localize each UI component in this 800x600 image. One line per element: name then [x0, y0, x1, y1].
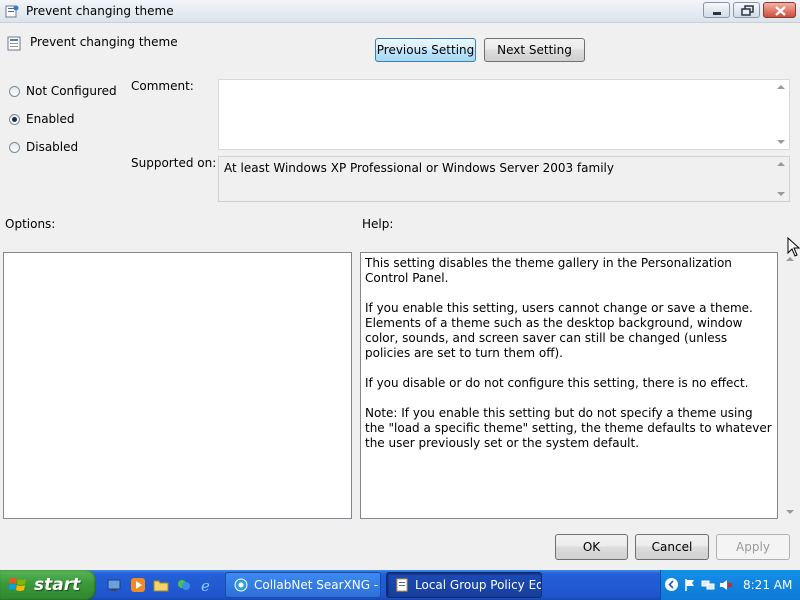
previous-setting-button[interactable]: Previous Setting	[375, 38, 476, 62]
task-label: Local Group Policy Editor	[415, 578, 541, 592]
dialog-scrollbar[interactable]	[783, 252, 797, 519]
options-label: Options:	[5, 217, 56, 231]
radio-label: Disabled	[26, 140, 79, 154]
close-button[interactable]	[763, 2, 796, 18]
radio-not-configured[interactable]: Not Configured	[9, 84, 117, 98]
radio-label: Enabled	[26, 112, 75, 126]
scroll-up-icon[interactable]	[777, 162, 785, 166]
supported-scrollbar[interactable]	[774, 157, 789, 201]
scroll-down-icon[interactable]	[777, 192, 785, 196]
desktop-icon[interactable]	[106, 577, 122, 593]
policy-setting-icon	[7, 36, 21, 51]
volume-muted-icon[interactable]	[719, 578, 733, 592]
radio-button[interactable]	[9, 141, 20, 153]
help-paragraph: If you enable this setting, users cannot…	[365, 301, 753, 360]
taskbar: start e CollabNet SearXNG - S... Local G…	[0, 570, 800, 600]
help-label: Help:	[362, 217, 394, 231]
minimize-button[interactable]	[703, 2, 730, 18]
close-icon	[775, 6, 786, 16]
window-title: Prevent changing theme	[26, 4, 174, 18]
next-setting-button[interactable]: Next Setting	[484, 38, 585, 62]
ok-button[interactable]: OK	[555, 534, 628, 560]
comment-scrollbar[interactable]	[774, 80, 789, 149]
restore-icon	[741, 5, 754, 16]
internet-explorer-icon[interactable]: e	[199, 577, 215, 593]
radio-label: Not Configured	[26, 84, 117, 98]
task-label: CollabNet SearXNG - S...	[254, 578, 380, 592]
comment-label: Comment:	[131, 79, 194, 93]
taskbar-item-searxng[interactable]: CollabNet SearXNG - S...	[225, 572, 381, 598]
chevron-left-icon[interactable]	[665, 578, 678, 591]
radio-disabled[interactable]: Disabled	[9, 140, 78, 154]
help-paragraph: This setting disables the theme gallery …	[365, 256, 732, 285]
start-label: start	[34, 575, 81, 595]
apply-button[interactable]: Apply	[716, 534, 790, 560]
flag-icon[interactable]	[683, 578, 697, 592]
windows-logo-icon	[9, 578, 26, 591]
media-player-icon[interactable]	[130, 577, 146, 593]
svg-text:e: e	[201, 577, 210, 593]
scroll-up-icon[interactable]	[786, 257, 794, 261]
comment-field[interactable]	[218, 79, 790, 150]
radio-enabled[interactable]: Enabled	[9, 112, 75, 126]
options-pane	[3, 252, 352, 519]
help-pane: This setting disables the theme gallery …	[360, 252, 778, 519]
taskbar-item-group-policy-editor[interactable]: Local Group Policy Editor	[386, 572, 542, 598]
cancel-button[interactable]: Cancel	[635, 534, 709, 560]
scroll-down-icon[interactable]	[786, 510, 794, 514]
minimize-icon	[713, 12, 721, 15]
help-paragraph: If you disable or do not configure this …	[365, 376, 749, 390]
messenger-icon[interactable]	[176, 577, 192, 593]
supported-on-label: Supported on:	[131, 156, 217, 170]
help-paragraph: Note: If you enable this setting but do …	[365, 406, 772, 450]
supported-on-field: At least Windows XP Professional or Wind…	[218, 156, 790, 202]
maximize-button[interactable]	[733, 2, 760, 18]
start-button[interactable]: start	[0, 570, 96, 600]
network-icon[interactable]	[701, 578, 715, 592]
setting-title: Prevent changing theme	[30, 35, 178, 49]
scroll-up-icon[interactable]	[777, 85, 785, 89]
browser-icon	[234, 578, 248, 592]
title-bar: Prevent changing theme	[0, 0, 800, 23]
system-tray: 8:21 AM	[660, 570, 800, 600]
mouse-cursor-icon	[787, 237, 800, 257]
policy-editor-icon	[396, 578, 408, 592]
supported-on-value: At least Windows XP Professional or Wind…	[224, 161, 614, 175]
folder-icon[interactable]	[153, 577, 169, 593]
scroll-down-icon[interactable]	[777, 140, 785, 144]
clock: 8:21 AM	[743, 578, 793, 592]
policy-app-icon	[5, 5, 19, 18]
radio-button[interactable]	[9, 85, 20, 97]
radio-button-selected[interactable]	[9, 113, 20, 125]
